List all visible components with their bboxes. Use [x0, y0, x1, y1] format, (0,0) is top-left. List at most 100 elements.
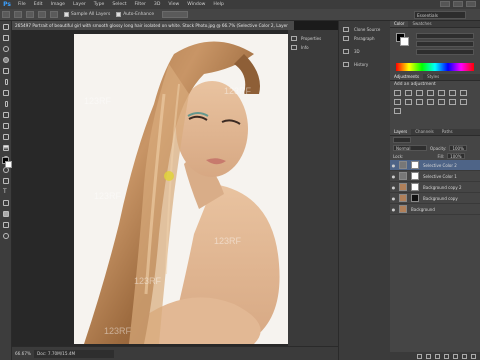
- path-selection-tool-icon[interactable]: [0, 197, 12, 208]
- pen-tool-icon[interactable]: [0, 175, 12, 186]
- zoom-level[interactable]: 66.67%: [12, 351, 34, 356]
- mask-thumbnail[interactable]: [411, 183, 419, 191]
- color-balance-icon[interactable]: [460, 90, 467, 96]
- hand-tool-icon[interactable]: [0, 219, 12, 230]
- clone-stamp-tool-icon[interactable]: [0, 109, 12, 120]
- clone-source-panel-button[interactable]: Clone Source: [339, 25, 390, 34]
- tab-swatches[interactable]: Swatches: [408, 21, 435, 27]
- refine-edge-button[interactable]: [162, 11, 189, 18]
- brush-tool-icon[interactable]: [0, 98, 12, 109]
- layer-row[interactable]: ● Background: [390, 204, 480, 215]
- color-sliders[interactable]: [416, 33, 474, 57]
- levels-icon[interactable]: [405, 90, 412, 96]
- add-mask-icon[interactable]: [435, 353, 440, 359]
- tab-color[interactable]: Color: [390, 21, 409, 27]
- mask-thumbnail[interactable]: [411, 194, 419, 202]
- brightness-icon[interactable]: [394, 90, 401, 96]
- history-panel-button[interactable]: History: [339, 60, 390, 69]
- new-group-icon[interactable]: [453, 353, 458, 359]
- menu-help[interactable]: Help: [209, 2, 227, 7]
- new-selection-icon[interactable]: [14, 11, 22, 18]
- quick-selection-tool-preset-icon[interactable]: [2, 11, 10, 18]
- visibility-eye-icon[interactable]: ●: [390, 184, 397, 191]
- type-tool-icon[interactable]: T: [0, 186, 12, 197]
- eraser-tool-icon[interactable]: [0, 131, 12, 142]
- fill-field[interactable]: 100%: [447, 153, 466, 159]
- workspace-select[interactable]: Essentials: [414, 11, 466, 19]
- paragraph-panel-button[interactable]: Paragraph: [339, 34, 390, 43]
- blend-mode-select[interactable]: Normal: [393, 145, 427, 151]
- gradient-tool-icon[interactable]: [0, 142, 12, 153]
- photo-filter-icon[interactable]: [405, 99, 412, 105]
- quick-selection-tool-icon[interactable]: [0, 54, 12, 65]
- tab-styles[interactable]: Styles: [423, 74, 443, 80]
- history-brush-tool-icon[interactable]: [0, 120, 12, 131]
- menu-file[interactable]: File: [14, 2, 30, 7]
- document-info[interactable]: Doc: 7.70M/15.4M: [34, 349, 114, 358]
- menu-view[interactable]: View: [164, 2, 183, 7]
- channel-mixer-icon[interactable]: [416, 99, 423, 105]
- crop-tool-icon[interactable]: [0, 65, 12, 76]
- menu-3d[interactable]: 3D: [150, 2, 164, 7]
- properties-panel-button[interactable]: Properties: [288, 34, 338, 43]
- color-background-swatch[interactable]: [400, 37, 409, 46]
- layer-row[interactable]: ● Selective Color 1: [390, 171, 480, 182]
- exposure-icon[interactable]: [427, 90, 434, 96]
- invert-icon[interactable]: [427, 99, 434, 105]
- posterize-icon[interactable]: [438, 99, 445, 105]
- eyedropper-tool-icon[interactable]: [0, 76, 12, 87]
- layer-row[interactable]: ● Background copy: [390, 193, 480, 204]
- background-color-swatch[interactable]: [5, 161, 12, 168]
- brush-size-icon[interactable]: [50, 11, 58, 18]
- tab-paths[interactable]: Paths: [438, 129, 457, 135]
- layer-row[interactable]: ● Selective Color 2: [390, 160, 480, 171]
- rectangle-tool-icon[interactable]: [0, 208, 12, 219]
- menu-type[interactable]: Type: [90, 2, 109, 7]
- selective-color-icon[interactable]: [460, 99, 467, 105]
- new-adjustment-layer-icon[interactable]: [444, 353, 449, 359]
- visibility-eye-icon[interactable]: ●: [390, 162, 397, 169]
- menu-layer[interactable]: Layer: [69, 2, 90, 7]
- minimize-button[interactable]: [440, 1, 450, 7]
- menu-filter[interactable]: Filter: [131, 2, 150, 7]
- mask-thumbnail[interactable]: [411, 172, 419, 180]
- new-layer-icon[interactable]: [462, 353, 467, 359]
- tab-channels[interactable]: Channels: [411, 129, 438, 135]
- close-button[interactable]: [466, 1, 476, 7]
- sample-all-layers-checkbox[interactable]: [64, 12, 69, 17]
- color-spectrum-bar[interactable]: [396, 63, 474, 71]
- menu-edit[interactable]: Edit: [30, 2, 47, 7]
- curves-icon[interactable]: [416, 90, 423, 96]
- document-image[interactable]: 123RF 123RF 123RF 123RF 123RF 123RF: [74, 34, 296, 344]
- zoom-tool-icon[interactable]: [0, 230, 12, 241]
- visibility-eye-icon[interactable]: ●: [390, 206, 397, 213]
- mask-thumbnail[interactable]: [411, 161, 419, 169]
- healing-brush-tool-icon[interactable]: [0, 87, 12, 98]
- document-tab[interactable]: 265497 Portrait of beautiful girl with s…: [12, 21, 294, 30]
- info-panel-button[interactable]: Info: [288, 43, 338, 52]
- menu-image[interactable]: Image: [47, 2, 69, 7]
- opacity-field[interactable]: 100%: [449, 145, 468, 151]
- marquee-tool-icon[interactable]: [0, 32, 12, 43]
- vibrance-icon[interactable]: [438, 90, 445, 96]
- link-layers-icon[interactable]: [417, 353, 422, 359]
- visibility-eye-icon[interactable]: ●: [390, 173, 397, 180]
- black-white-icon[interactable]: [394, 99, 401, 105]
- move-tool-icon[interactable]: [0, 21, 12, 32]
- auto-enhance-checkbox[interactable]: [116, 12, 122, 17]
- visibility-eye-icon[interactable]: ●: [390, 195, 397, 202]
- layer-row[interactable]: ● Background copy 2: [390, 182, 480, 193]
- add-to-selection-icon[interactable]: [26, 11, 34, 18]
- layer-filter-select[interactable]: [393, 137, 411, 143]
- tab-adjustments[interactable]: Adjustments: [390, 74, 424, 80]
- threshold-icon[interactable]: [449, 99, 456, 105]
- delete-layer-icon[interactable]: [471, 353, 476, 359]
- tab-layers[interactable]: Layers: [390, 129, 412, 135]
- hue-saturation-icon[interactable]: [449, 90, 456, 96]
- 3d-panel-button[interactable]: 3D: [339, 47, 390, 56]
- menu-window[interactable]: Window: [183, 2, 209, 7]
- subtract-from-selection-icon[interactable]: [38, 11, 46, 18]
- menu-select[interactable]: Select: [108, 2, 130, 7]
- maximize-button[interactable]: [453, 1, 463, 7]
- lasso-tool-icon[interactable]: [0, 43, 12, 54]
